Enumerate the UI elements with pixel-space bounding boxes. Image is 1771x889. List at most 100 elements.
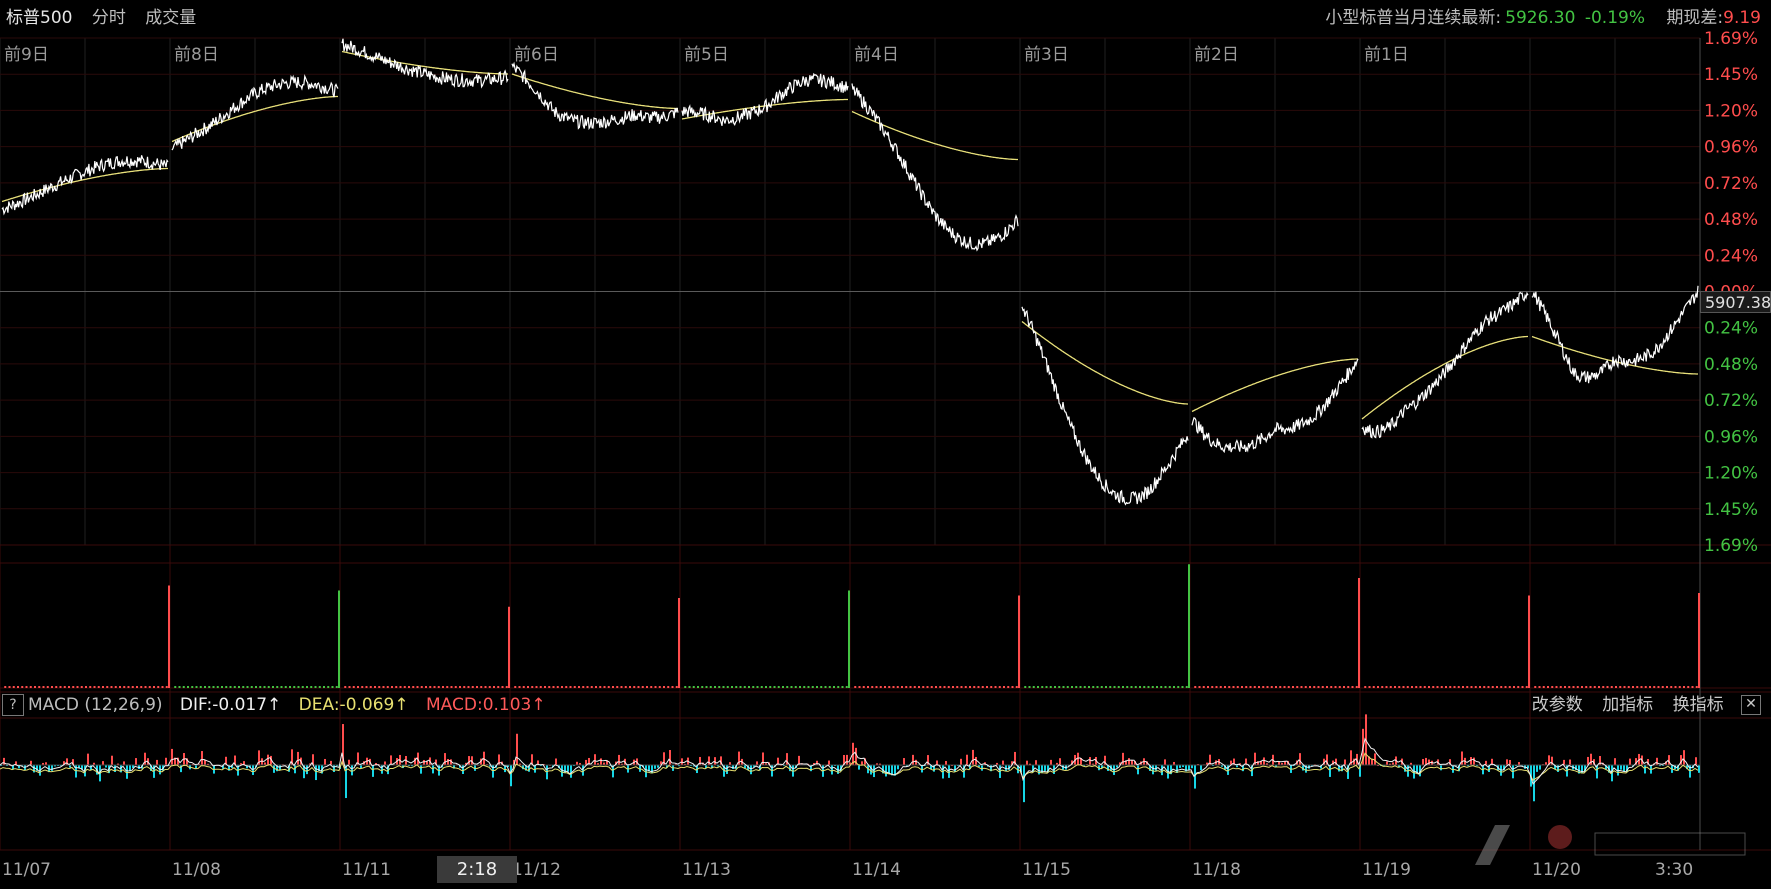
macd-bar [1683, 750, 1685, 765]
volume-bar [476, 686, 478, 688]
volume-bar [1372, 686, 1375, 688]
volume-bar [913, 686, 916, 688]
volume-bar [1432, 686, 1435, 688]
macd-bar [756, 761, 758, 765]
macd-bar [1428, 759, 1430, 765]
macd-bar [888, 765, 890, 774]
macd-bar [921, 765, 923, 773]
macd-bar [912, 754, 914, 765]
volume-bar [1015, 686, 1018, 688]
axis-label-up: 0.48% [1704, 210, 1758, 230]
volume-bar [522, 686, 525, 688]
macd-bar [1164, 759, 1166, 765]
volume-bar [1173, 686, 1175, 688]
volume-bar [131, 686, 134, 688]
volume-bar [1661, 686, 1664, 688]
volume-bar [1292, 686, 1294, 688]
volume-bar [1018, 595, 1020, 688]
macd-bar [1128, 758, 1130, 765]
volume-bar [722, 686, 725, 688]
volume-bar [306, 686, 308, 688]
macd-dea: DEA:-0.069↑ [298, 695, 409, 715]
volume-bar [127, 686, 130, 688]
volume-bar [1198, 686, 1201, 688]
volume-bar [1334, 686, 1337, 688]
macd-bar [1386, 761, 1388, 765]
volume-bar [1470, 686, 1473, 688]
macd-bar [1557, 765, 1559, 772]
volume-bar [242, 686, 245, 688]
volume-bar [391, 686, 393, 688]
volume-bar [178, 686, 181, 688]
volume-bar [590, 686, 593, 688]
macd-bar [1629, 758, 1631, 765]
volume-bar [59, 686, 62, 688]
macd-bar [1539, 765, 1541, 770]
change-params-button[interactable]: 改参数 [1532, 695, 1583, 715]
volume-bar [518, 686, 521, 688]
help-icon[interactable]: ? [2, 694, 24, 716]
volume-bar [1253, 686, 1256, 688]
volume-bar [697, 686, 699, 688]
volume-bar [276, 686, 279, 688]
volume-bar [1296, 686, 1299, 688]
volume-bar [72, 686, 75, 688]
volume-bar [1219, 686, 1222, 688]
volume-bar [1321, 686, 1324, 688]
volume-bar [1474, 686, 1477, 688]
day-label: 前9日 [4, 45, 49, 65]
volume-bar [637, 686, 640, 688]
volume-bar [221, 686, 223, 688]
macd-bar [1590, 753, 1592, 765]
switch-indicator-button[interactable]: 换指标 [1673, 695, 1724, 715]
volume-bar [773, 686, 776, 688]
volume-bar [1623, 686, 1626, 688]
volume-bar [195, 686, 198, 688]
volume-bar [1028, 686, 1031, 688]
volume-bar [641, 686, 644, 688]
volume-bar [1279, 686, 1282, 688]
volume-bar [1542, 686, 1545, 688]
volume-bar [1398, 686, 1401, 688]
day-label: 前4日 [854, 45, 899, 65]
volume-bar [960, 686, 963, 688]
macd-name[interactable]: MACD (12,26,9) [28, 695, 163, 715]
day-label: 前1日 [1364, 45, 1409, 65]
macd-bar [195, 765, 197, 769]
macd-bar [447, 759, 449, 765]
volume-bar [1249, 686, 1252, 688]
volume-bar [1657, 686, 1660, 688]
volume-bar [535, 686, 538, 688]
volume-bar [250, 686, 253, 688]
volume-bar [1504, 686, 1507, 688]
close-icon[interactable]: ✕ [1741, 695, 1761, 715]
volume-bar [663, 686, 665, 688]
volume-bar [952, 686, 954, 688]
volume-bar [701, 686, 704, 688]
macd-bar [333, 765, 335, 773]
volume-bar [310, 686, 313, 688]
volume-bar [433, 686, 436, 688]
volume-bar [998, 686, 1001, 688]
volume-bar [1568, 686, 1571, 688]
volume-bar [905, 686, 908, 688]
volume-bar [153, 686, 155, 688]
volume-bar [148, 686, 151, 688]
volume-bar [1185, 686, 1188, 688]
volume-bar [867, 686, 869, 688]
intraday-chart[interactable]: 前9日 前8日 前6日 前5日 前4日 前3日 前2日 前1日 1.69% 1.45% 1.20%… [0, 0, 1771, 889]
day-labels: 前9日 前8日 前6日 前5日 前4日 前3日 前2日 前1日 [4, 45, 1409, 65]
volume-bar [726, 686, 729, 688]
macd-bar [123, 761, 125, 765]
axis-label-down: 1.69% [1704, 536, 1758, 556]
volume-bar [1385, 686, 1388, 688]
volume-bar [1287, 686, 1290, 688]
volume-bar [603, 686, 606, 688]
macd-bar [945, 760, 947, 765]
volume-bar [977, 686, 980, 688]
volume-bar [1347, 686, 1350, 688]
volume-bar [168, 585, 170, 688]
volume-bar [1232, 686, 1235, 688]
add-indicator-button[interactable]: 加指标 [1602, 695, 1653, 715]
volume-bar [161, 686, 164, 688]
